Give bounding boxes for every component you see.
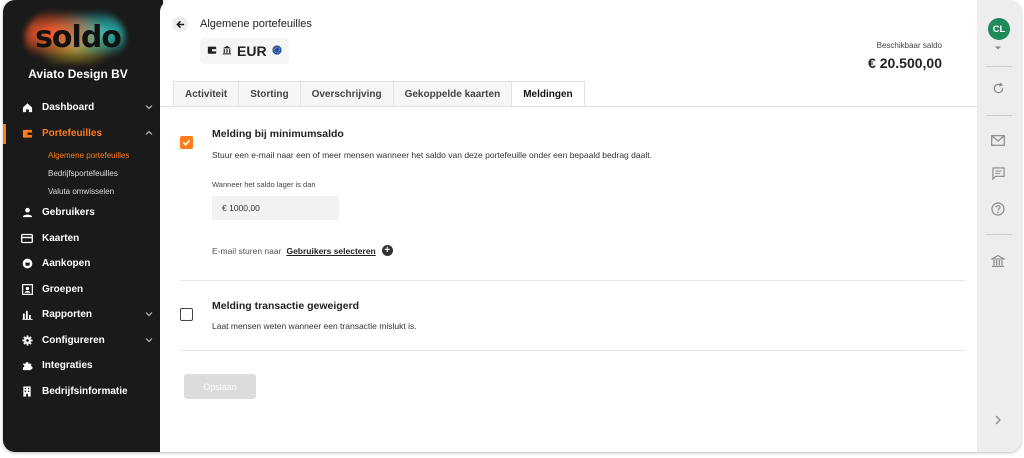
bank-icon (222, 42, 232, 60)
eu-flag-icon (271, 42, 282, 60)
mail-icon[interactable] (990, 132, 1006, 148)
sidebar-subitem-valuta-omwisselen[interactable]: Valuta omwisselen (3, 182, 163, 200)
gear-icon (21, 334, 33, 346)
avatar[interactable]: CL (988, 18, 1010, 40)
tab-divider (160, 106, 980, 107)
sidebar-item-groepen[interactable]: Groepen (3, 277, 163, 303)
sidebar-subitem-algemene-portefeuilles[interactable]: Algemene portefeuilles (3, 146, 163, 164)
declined-description: Laat mensen weten wanneer een transactie… (212, 321, 417, 331)
tab-meldingen[interactable]: Meldingen (511, 81, 585, 108)
declined-title: Melding transactie geweigerd (212, 300, 360, 312)
chevron-up-icon (145, 130, 153, 135)
sidebar-item-bedrijfsinformatie[interactable]: Bedrijfsinformatie (3, 379, 163, 405)
wallet-icon (207, 42, 217, 60)
sidebar-item-portefeuilles[interactable]: Portefeuilles (3, 121, 163, 147)
sidebar-nav: Dashboard Portefeuilles Algemene portefe… (3, 95, 163, 404)
min-balance-checkbox[interactable] (180, 136, 193, 149)
sidebar-item-dashboard[interactable]: Dashboard (3, 95, 163, 121)
select-users-link[interactable]: Gebruikers selecteren (286, 246, 375, 256)
add-plus-icon[interactable]: + (381, 245, 393, 256)
user-icon (21, 207, 33, 219)
rail-divider (986, 66, 1012, 67)
wallet-icon (21, 127, 33, 139)
sidebar-item-kaarten[interactable]: Kaarten (3, 226, 163, 252)
chevron-down-icon (145, 105, 153, 110)
building-icon (21, 385, 33, 397)
home-icon (21, 102, 33, 114)
shopping-icon (21, 258, 33, 270)
card-icon (21, 232, 33, 244)
checkmark-icon (182, 139, 191, 146)
sidebar-item-gebruikers[interactable]: Gebruikers (3, 200, 163, 226)
arrow-left-icon (175, 20, 184, 28)
min-balance-title: Melding bij minimumsaldo (212, 128, 344, 140)
sidebar-item-integraties[interactable]: Integraties (3, 353, 163, 379)
sidebar-item-rapporten[interactable]: Rapporten (3, 302, 163, 328)
chevron-right-icon[interactable] (990, 412, 1006, 428)
tab-overschrijving[interactable]: Overschrijving (299, 81, 394, 107)
save-button[interactable]: Opslaan (184, 374, 256, 399)
breadcrumb: Algemene portefeuilles (200, 18, 312, 30)
tab-bar: Activiteit Storting Overschrijving Gekop… (173, 81, 585, 108)
section-divider (180, 280, 965, 281)
section-divider (180, 350, 965, 351)
balance-label: Beschikbaar saldo (876, 41, 942, 50)
soldo-logo: soldo (3, 8, 153, 66)
currency-selector[interactable]: EUR (200, 38, 289, 64)
app-window: soldo Aviato Design BV Dashboard Portefe… (3, 0, 1021, 452)
balance-value: € 20.500,00 (868, 55, 942, 71)
back-button[interactable] (172, 16, 188, 32)
group-icon (21, 283, 33, 295)
sidebar-item-aankopen[interactable]: Aankopen (3, 251, 163, 277)
chevron-down-icon (145, 337, 153, 342)
tab-activiteit[interactable]: Activiteit (173, 81, 240, 107)
chevron-down-icon[interactable] (990, 40, 1006, 56)
main-content: Algemene portefeuilles EUR Beschikbaar s… (160, 0, 980, 452)
declined-transaction-checkbox[interactable] (180, 308, 193, 321)
chevron-down-icon (145, 312, 153, 317)
refresh-icon[interactable] (990, 80, 1006, 96)
rail-divider (986, 234, 1012, 235)
tab-storting[interactable]: Storting (238, 81, 301, 107)
min-balance-description: Stuur een e-mail naar een of meer mensen… (212, 150, 652, 160)
rail-divider (986, 115, 1012, 116)
help-icon[interactable] (990, 201, 1006, 217)
message-icon[interactable] (990, 165, 1006, 181)
tab-gekoppelde-kaarten[interactable]: Gekoppelde kaarten (392, 81, 513, 107)
company-name: Aviato Design BV (28, 67, 128, 81)
chart-icon (21, 309, 33, 321)
email-recipients-row: E-mail sturen naar Gebruikers selecteren… (212, 245, 393, 256)
threshold-input[interactable]: € 1000,00 (212, 196, 339, 220)
email-prefix: E-mail sturen naar (212, 245, 282, 256)
sidebar-subitem-bedrijfsportefeuilles[interactable]: Bedrijfsportefeuilles (3, 164, 163, 182)
currency-code: EUR (237, 43, 267, 59)
puzzle-icon (21, 360, 33, 372)
sidebar-item-configureren[interactable]: Configureren (3, 328, 163, 354)
right-rail: CL (977, 0, 1021, 452)
bank-icon[interactable] (990, 253, 1006, 269)
threshold-label: Wanneer het saldo lager is dan (212, 180, 316, 189)
sidebar: soldo Aviato Design BV Dashboard Portefe… (3, 0, 163, 452)
